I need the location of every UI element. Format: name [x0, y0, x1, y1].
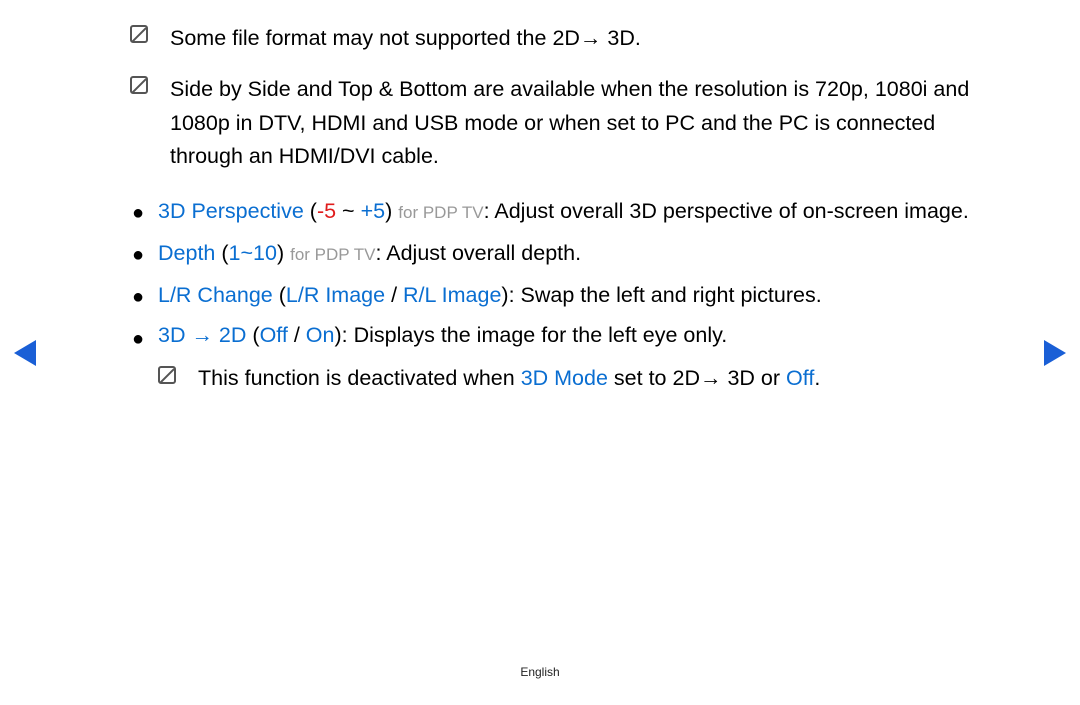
- perspective-sep: ~: [336, 199, 361, 223]
- subnote-off: Off: [786, 366, 814, 390]
- lr-slash: /: [385, 283, 403, 307]
- subnote-b: set to: [608, 366, 673, 390]
- depth-desc: : Adjust overall depth.: [375, 241, 581, 265]
- perspective-neg: -5: [317, 199, 336, 223]
- item-depth: ● Depth (1~10) for PDP TV: Adjust overal…: [130, 233, 970, 275]
- footer-language: English: [0, 665, 1080, 679]
- subnote-or: or: [761, 366, 786, 390]
- note-1-end: .: [635, 26, 641, 50]
- sub-note: This function is deactivated when 3D Mod…: [158, 362, 970, 395]
- nav-prev-icon[interactable]: [14, 340, 36, 366]
- subnote-mode: 3D Mode: [521, 366, 608, 390]
- note-2: Side by Side and Top & Bottom are availa…: [130, 73, 970, 173]
- perspective-label: 3D Perspective: [158, 199, 304, 223]
- conv-off: Off: [260, 323, 288, 347]
- conv-open: (: [252, 323, 259, 347]
- item-lr-change: ● L/R Change (L/R Image / R/L Image): Sw…: [130, 275, 970, 317]
- subnote-a: This function is deactivated when: [198, 366, 521, 390]
- settings-list: ● 3D Perspective (-5 ~ +5) for PDP TV: A…: [130, 191, 970, 395]
- note-icon: [158, 366, 176, 384]
- note-1-mode: 2D→ 3D: [552, 26, 634, 50]
- lr-open: (: [279, 283, 286, 307]
- subnote-end: .: [814, 366, 820, 390]
- lr-label: L/R Change: [158, 283, 273, 307]
- note-1-text: Some file format may not supported the: [170, 26, 546, 50]
- conv-close: ): [334, 323, 341, 347]
- item-3d-perspective: ● 3D Perspective (-5 ~ +5) for PDP TV: A…: [130, 191, 970, 233]
- depth-close: ): [277, 241, 284, 265]
- conv-desc: : Displays the image for the left eye on…: [342, 323, 728, 347]
- depth-label: Depth: [158, 241, 215, 265]
- lr-close: ): [501, 283, 508, 307]
- note-icon: [130, 25, 148, 43]
- item-3d-2d: ● 3D → 2D (Off / On): Displays the image…: [130, 317, 970, 395]
- perspective-desc: : Adjust overall 3D perspective of on-sc…: [484, 199, 969, 223]
- perspective-tag: for PDP TV: [398, 203, 483, 222]
- note-1: Some file format may not supported the 2…: [130, 22, 970, 55]
- note-icon: [130, 76, 148, 94]
- note-2-a: Side by Side: [170, 77, 291, 101]
- lr-opt1: L/R Image: [286, 283, 385, 307]
- manual-content: Some file format may not supported the 2…: [130, 22, 970, 395]
- perspective-open: (: [310, 199, 317, 223]
- lr-desc: : Swap the left and right pictures.: [509, 283, 822, 307]
- nav-next-icon[interactable]: [1044, 340, 1066, 366]
- conv-on: On: [306, 323, 335, 347]
- note-2-b: Top & Bottom: [338, 77, 467, 101]
- subnote-m2: 2D→ 3D: [672, 366, 754, 390]
- perspective-pos: +5: [361, 199, 386, 223]
- perspective-close: ): [385, 199, 392, 223]
- depth-tag: for PDP TV: [290, 245, 375, 264]
- conv-slash: /: [288, 323, 306, 347]
- lr-opt2: R/L Image: [403, 283, 501, 307]
- note-2-and: and: [297, 77, 333, 101]
- depth-open: (: [221, 241, 228, 265]
- conv-label: 3D → 2D: [158, 323, 246, 347]
- depth-range: 1~10: [229, 241, 277, 265]
